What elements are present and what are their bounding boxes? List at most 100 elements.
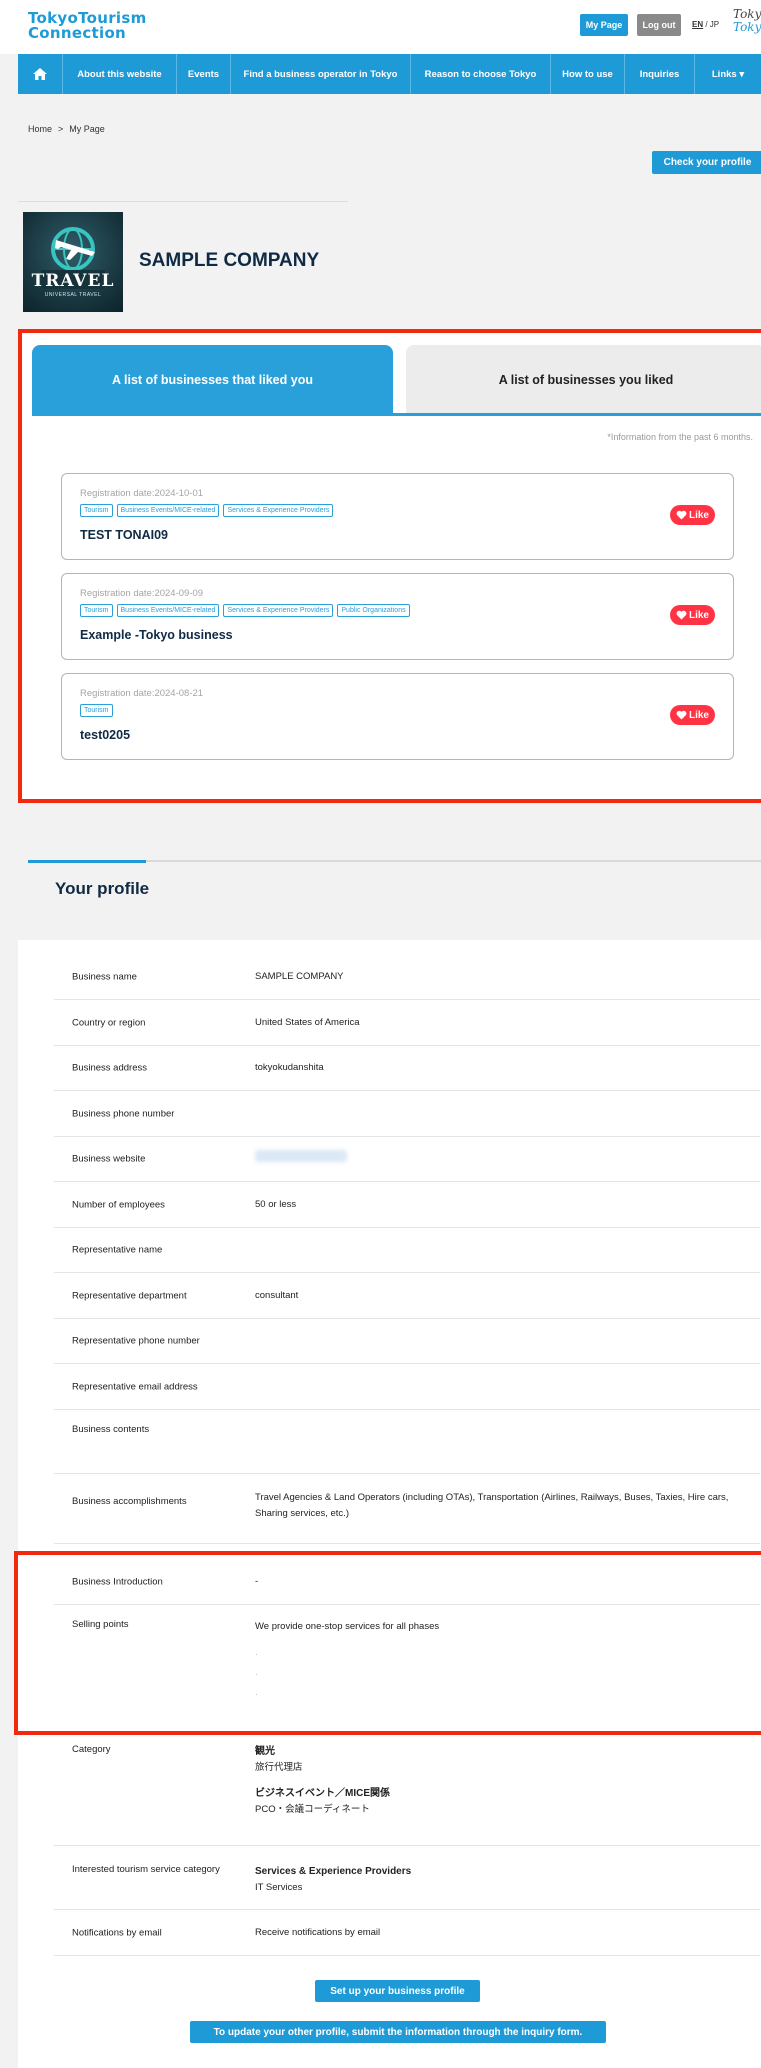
divider xyxy=(18,201,348,202)
nav-events[interactable]: Events xyxy=(176,54,230,94)
check-profile-button[interactable]: Check your profile xyxy=(652,151,761,174)
my-page-button[interactable]: My Page xyxy=(580,14,628,36)
field-value: tokyokudanshita xyxy=(255,1062,324,1073)
like-label: Like xyxy=(688,709,709,721)
category-tag: Services & Experience Providers xyxy=(223,604,334,617)
profile-table: Business name SAMPLE COMPANY Country or … xyxy=(18,940,761,2068)
field-value[interactable] xyxy=(255,1150,755,1168)
field-label: Representative department xyxy=(72,1290,187,1301)
site-logo[interactable]: TokyoTourism Connection xyxy=(28,11,147,41)
category-tag: Business Events/MICE-related xyxy=(116,504,220,517)
breadcrumb-home[interactable]: Home xyxy=(28,124,52,134)
lang-jp-link[interactable]: JP xyxy=(710,20,719,29)
logout-button[interactable]: Log out xyxy=(637,14,681,36)
nav-how-to-use[interactable]: How to use xyxy=(550,54,624,94)
category-sub: 旅行代理店 xyxy=(255,1762,303,1773)
field-label: Business phone number xyxy=(72,1108,175,1119)
redacted-website-link[interactable] xyxy=(255,1150,347,1162)
setup-business-profile-button[interactable]: Set up your business profile xyxy=(315,1980,480,2002)
home-icon xyxy=(33,68,47,80)
business-name[interactable]: TEST TONAI09 xyxy=(80,528,168,542)
field-label: Business accomplishments xyxy=(72,1496,187,1507)
category-tag: Tourism xyxy=(80,704,113,717)
nav-inquiries[interactable]: Inquiries xyxy=(624,54,694,94)
registration-date: Registration date:2024-08-21 xyxy=(80,688,204,699)
brand-mark-line-2: Toky xyxy=(733,20,761,34)
business-card[interactable]: Registration date:2024-08-21 Tourism tes… xyxy=(61,673,734,760)
tab-underline xyxy=(32,413,761,416)
profile-row-notifications: Notifications by email Receive notificat… xyxy=(54,1910,760,1956)
like-button[interactable]: Like xyxy=(670,705,715,725)
field-label: Business website xyxy=(72,1153,146,1165)
profile-row-rep-department: Representative department consultant xyxy=(54,1273,760,1319)
category-tag: Business Events/MICE-related xyxy=(116,604,220,617)
field-label: Interested tourism service category xyxy=(72,1864,220,1875)
field-label: Business contents xyxy=(72,1424,150,1435)
field-label: Representative email address xyxy=(72,1381,198,1392)
business-name[interactable]: test0205 xyxy=(80,728,130,742)
field-value: 観光 旅行代理店 ビジネスイベント／MICE関係 PCO・会議コーディネート xyxy=(255,1744,755,1828)
breadcrumb: Home > My Page xyxy=(28,124,111,134)
field-label: Representative phone number xyxy=(72,1335,200,1347)
like-button[interactable]: Like xyxy=(670,505,715,525)
category-head: 観光 xyxy=(255,1746,275,1757)
company-logo-image: TRAVEL UNIVERSAL TRAVEL xyxy=(23,212,123,312)
lang-en-link[interactable]: EN xyxy=(692,20,703,29)
registration-date: Registration date:2024-10-01 xyxy=(80,488,204,499)
interested-sub: IT Services xyxy=(255,1882,303,1893)
business-card[interactable]: Registration date:2024-09-09 Tourism Bus… xyxy=(61,573,734,660)
field-label: Notifications by email xyxy=(72,1927,162,1938)
site-header: TokyoTourism Connection My Page Log out … xyxy=(0,0,761,54)
heart-icon xyxy=(676,510,687,520)
logo-line-2: Connection xyxy=(28,24,127,42)
profile-divider-accent xyxy=(28,860,146,863)
field-label: Business address xyxy=(72,1062,147,1074)
tokyo-brand-mark: Toky Toky xyxy=(733,8,761,34)
profile-row-country: Country or region United States of Ameri… xyxy=(54,1000,760,1046)
profile-title: Your profile xyxy=(55,879,150,898)
liked-businesses-panel: A list of businesses that liked you A li… xyxy=(18,329,761,803)
field-label: Representative name xyxy=(72,1244,163,1256)
category-head: ビジネスイベント／MICE関係 xyxy=(255,1788,390,1799)
category-sub: PCO・会議コーディネート xyxy=(255,1804,370,1815)
nav-home[interactable] xyxy=(18,54,62,94)
past-months-note: *Information from the past 6 months. xyxy=(607,432,753,442)
field-label: Country or region xyxy=(72,1017,146,1028)
heart-icon xyxy=(676,710,687,720)
field-label: Business name xyxy=(72,971,137,982)
profile-row-address: Business address tokyokudanshita xyxy=(54,1046,760,1091)
heart-icon xyxy=(676,610,687,620)
field-value: Receive notifications by email xyxy=(255,1926,381,1938)
field-value: SAMPLE COMPANY xyxy=(255,970,344,982)
business-name[interactable]: Example -Tokyo business xyxy=(80,628,233,642)
lang-separator: / xyxy=(703,20,710,29)
field-label: Number of employees xyxy=(72,1199,165,1210)
field-value: Services & Experience Providers IT Servi… xyxy=(255,1864,755,1906)
category-tag: Services & Experience Providers xyxy=(223,504,334,517)
nav-reason[interactable]: Reason to choose Tokyo xyxy=(410,54,550,94)
profile-row-rep-name: Representative name xyxy=(54,1228,760,1273)
field-value: consultant xyxy=(255,1289,299,1301)
profile-row-rep-phone: Representative phone number xyxy=(54,1319,760,1364)
like-button[interactable]: Like xyxy=(670,605,715,625)
company-name: SAMPLE COMPANY xyxy=(139,250,320,271)
profile-row-business-contents: Business contents xyxy=(54,1410,760,1474)
company-image-text: TRAVEL xyxy=(31,271,115,291)
profile-row-interested: Interested tourism service category Serv… xyxy=(54,1846,760,1910)
language-switcher: EN / JP xyxy=(692,20,719,29)
category-tag: Tourism xyxy=(80,604,113,617)
nav-links[interactable]: Links ▾ xyxy=(694,54,761,94)
profile-row-category: Category 観光 旅行代理店 ビジネスイベント／MICE関係 PCO・会議… xyxy=(54,1730,760,1846)
tab-liked-you[interactable]: A list of businesses that liked you xyxy=(32,345,393,415)
highlight-box xyxy=(14,1551,761,1735)
business-card[interactable]: Registration date:2024-10-01 Tourism Bus… xyxy=(61,473,734,560)
profile-row-employees: Number of employees 50 or less xyxy=(54,1182,760,1228)
inquiry-form-button[interactable]: To update your other profile, submit the… xyxy=(190,2021,606,2043)
profile-row-business-name: Business name SAMPLE COMPANY xyxy=(54,954,760,1000)
nav-about[interactable]: About this website xyxy=(62,54,176,94)
profile-row-phone: Business phone number xyxy=(54,1091,760,1137)
category-tag: Public Organizations xyxy=(337,604,410,617)
tab-you-liked[interactable]: A list of businesses you liked xyxy=(406,345,761,415)
nav-find-operator[interactable]: Find a business operator in Tokyo xyxy=(230,54,410,94)
breadcrumb-current: My Page xyxy=(69,124,105,134)
